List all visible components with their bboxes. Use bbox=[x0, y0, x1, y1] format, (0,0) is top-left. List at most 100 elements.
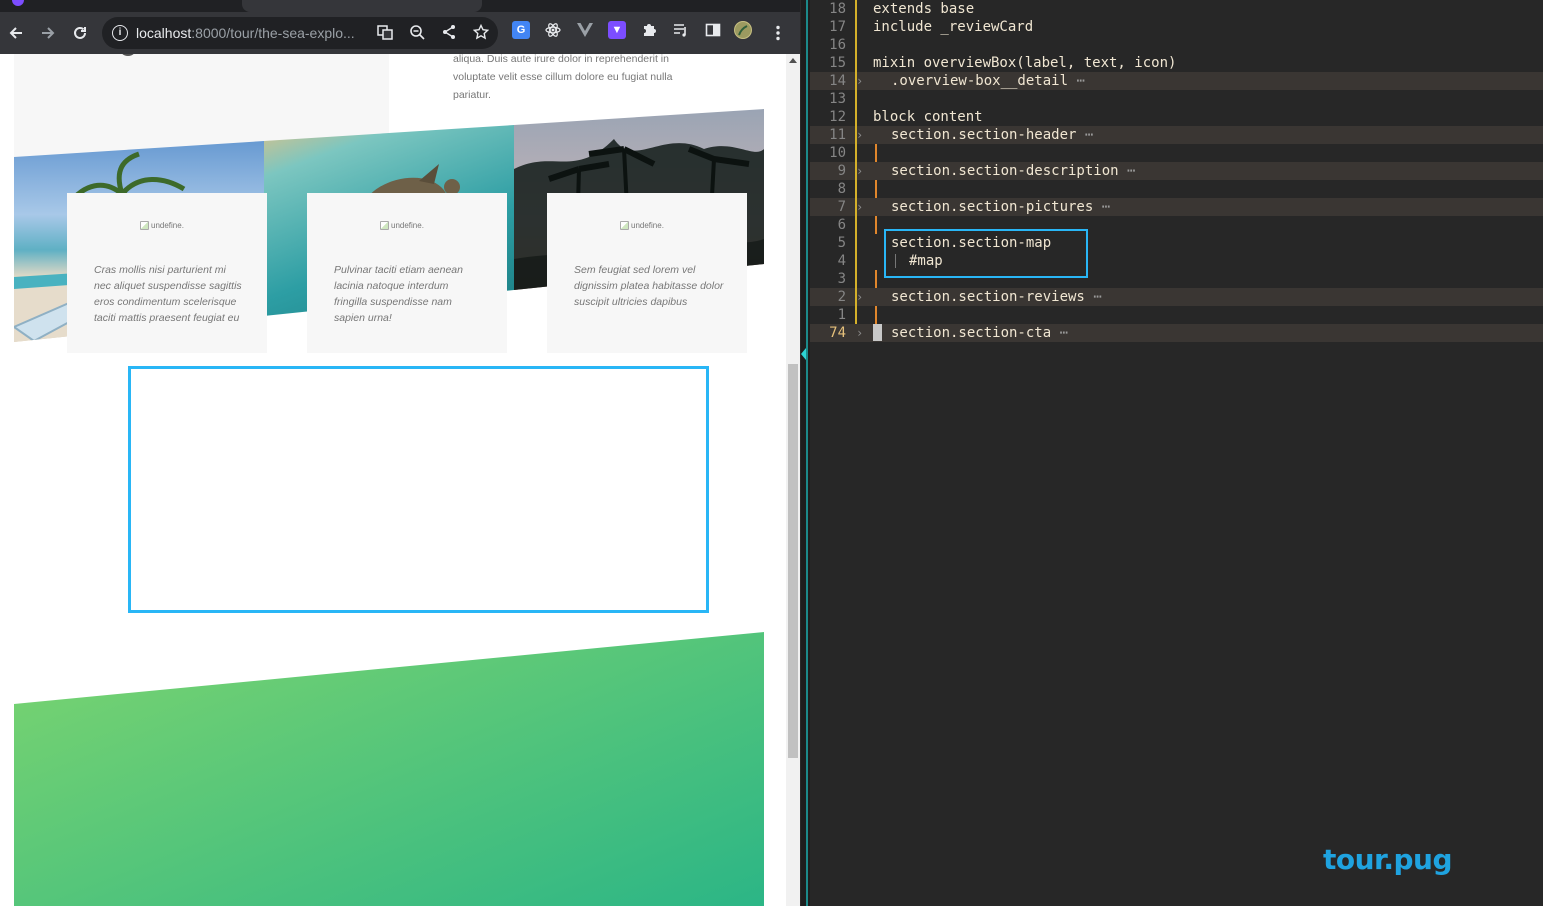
review-text: Pulvinar taciti etiam aenean lacinia nat… bbox=[334, 264, 463, 324]
fold-chevron-icon[interactable]: › bbox=[856, 162, 863, 180]
code-text: mixin overviewBox(label, text, icon) bbox=[873, 54, 1176, 72]
code-text: section.section-cta ⋯ bbox=[891, 324, 1068, 342]
code-line[interactable]: 9 › section.section-description ⋯ bbox=[810, 162, 1543, 180]
fold-ellipsis-icon[interactable]: ⋯ bbox=[1076, 73, 1084, 89]
fold-chevron-icon[interactable]: › bbox=[856, 324, 863, 342]
line-number: 1 bbox=[837, 307, 846, 323]
fold-ellipsis-icon[interactable]: ⋯ bbox=[1060, 325, 1068, 341]
avatar-alt-text: undefine. bbox=[151, 221, 184, 230]
code-editor[interactable]: 18 extends base 17 include _reviewCard 16 15 m… bbox=[810, 0, 1543, 906]
review-avatar: undefine. bbox=[140, 221, 184, 230]
code-token: section.section-cta bbox=[891, 325, 1052, 341]
fold-ellipsis-icon[interactable]: ⋯ bbox=[1085, 127, 1093, 143]
avatar-alt-text: undefine. bbox=[391, 221, 424, 230]
indent-guide bbox=[855, 108, 857, 126]
info-icon[interactable]: i bbox=[112, 25, 128, 41]
extensions-puzzle-icon[interactable] bbox=[640, 21, 658, 39]
address-bar[interactable]: i localhost:8000/tour/the-sea-explo... bbox=[102, 17, 498, 49]
code-line[interactable]: 2 › section.section-reviews ⋯ bbox=[810, 288, 1543, 306]
line-number: 9 bbox=[837, 163, 846, 179]
code-line[interactable]: 8 bbox=[810, 180, 1543, 198]
code-line[interactable]: 12 block content bbox=[810, 108, 1543, 126]
code-token: mixin overviewBox(label, text, icon) bbox=[873, 55, 1177, 71]
page-viewport: aliqua. Duis aute irure dolor in reprehe… bbox=[0, 54, 786, 906]
review-card: undefine. Pulvinar taciti etiam aenean l… bbox=[307, 193, 507, 353]
browser-window: i localhost:8000/tour/the-sea-explo... G bbox=[0, 0, 800, 906]
code-line[interactable]: 1 bbox=[810, 306, 1543, 324]
line-number: 14 bbox=[829, 73, 846, 89]
fold-ellipsis-icon[interactable]: ⋯ bbox=[1093, 289, 1101, 305]
broken-image-icon bbox=[620, 221, 629, 230]
indent-guide bbox=[855, 234, 857, 252]
review-card: undefine. Sem feugiat sed lorem vel dign… bbox=[547, 193, 747, 353]
section-map[interactable] bbox=[128, 366, 709, 613]
purple-extension-icon[interactable]: ▼ bbox=[608, 21, 626, 39]
code-text: section.section-description ⋯ bbox=[891, 162, 1135, 180]
fold-chevron-icon[interactable]: › bbox=[856, 288, 863, 306]
google-translate-extension-icon[interactable]: G bbox=[512, 21, 530, 39]
forward-button[interactable] bbox=[35, 20, 61, 46]
url-text[interactable]: localhost:8000/tour/the-sea-explo... bbox=[136, 25, 368, 41]
indent-guide bbox=[895, 254, 896, 268]
review-card: undefine. Cras mollis nisi parturient mi… bbox=[67, 193, 267, 353]
code-line[interactable]: 15 mixin overviewBox(label, text, icon) bbox=[810, 54, 1543, 72]
fold-ellipsis-icon[interactable]: ⋯ bbox=[1102, 199, 1110, 215]
section-reviews-background bbox=[14, 632, 764, 906]
code-line[interactable]: 74 › section.section-cta ⋯ bbox=[810, 324, 1543, 342]
indent-guide bbox=[875, 180, 877, 198]
indent-guide bbox=[855, 180, 857, 198]
code-line[interactable]: 7 › section.section-pictures ⋯ bbox=[810, 198, 1543, 216]
star-icon[interactable] bbox=[472, 23, 490, 42]
code-token: section.section-description bbox=[891, 163, 1119, 179]
fold-chevron-icon[interactable]: › bbox=[856, 198, 863, 216]
tab-active[interactable] bbox=[242, 0, 482, 12]
broken-image-icon bbox=[140, 221, 149, 230]
line-number: 6 bbox=[837, 217, 846, 233]
kebab-menu-icon[interactable] bbox=[765, 20, 791, 46]
line-number: 15 bbox=[829, 55, 846, 71]
splitter-handle-icon[interactable] bbox=[801, 348, 806, 360]
reading-list-icon[interactable] bbox=[672, 21, 690, 39]
tab-favicon-icon bbox=[12, 0, 24, 6]
code-line[interactable]: 16 bbox=[810, 36, 1543, 54]
reload-button[interactable] bbox=[67, 20, 93, 46]
line-number: 2 bbox=[837, 289, 846, 305]
profile-avatar[interactable] bbox=[734, 21, 752, 39]
vue-devtools-icon[interactable] bbox=[576, 21, 594, 39]
code-line[interactable]: 13 bbox=[810, 90, 1543, 108]
fold-chevron-icon[interactable]: › bbox=[856, 72, 863, 90]
url-host: localhost bbox=[136, 25, 192, 41]
react-devtools-icon[interactable] bbox=[544, 21, 562, 39]
side-panel-icon[interactable] bbox=[704, 21, 722, 39]
share-icon[interactable] bbox=[440, 24, 458, 42]
tab-inactive[interactable] bbox=[0, 0, 240, 12]
line-number: 18 bbox=[829, 1, 846, 17]
back-button[interactable] bbox=[3, 20, 29, 46]
window-splitter[interactable] bbox=[800, 0, 810, 906]
review-text: Cras mollis nisi parturient mi nec aliqu… bbox=[94, 264, 242, 324]
code-token: section.section-reviews bbox=[891, 289, 1085, 305]
code-line[interactable]: 17 include _reviewCard bbox=[810, 18, 1543, 36]
code-token: .overview-box__detail bbox=[891, 73, 1069, 89]
reload-icon bbox=[74, 26, 86, 39]
indent-guide bbox=[875, 306, 877, 324]
indent-guide bbox=[855, 306, 857, 324]
fold-ellipsis-icon[interactable]: ⋯ bbox=[1127, 163, 1135, 179]
code-line[interactable]: 18 extends base bbox=[810, 0, 1543, 18]
code-line[interactable]: 11 › section.section-header ⋯ bbox=[810, 126, 1543, 144]
translate-icon[interactable] bbox=[376, 24, 394, 42]
code-token: extends base bbox=[873, 1, 975, 17]
code-token: include _reviewCard bbox=[873, 19, 1034, 35]
code-line[interactable]: 14 › .overview-box__detail ⋯ bbox=[810, 72, 1543, 90]
line-number: 4 bbox=[837, 253, 846, 269]
scrollbar-thumb[interactable] bbox=[788, 364, 798, 758]
code-line[interactable]: 10 bbox=[810, 144, 1543, 162]
fold-chevron-icon[interactable]: › bbox=[856, 126, 863, 144]
page-scrollbar[interactable] bbox=[786, 54, 800, 906]
scroll-up-arrow-icon[interactable] bbox=[789, 58, 797, 63]
zoom-out-icon[interactable] bbox=[408, 24, 426, 42]
tour-page: aliqua. Duis aute irure dolor in reprehe… bbox=[14, 54, 764, 906]
code-text: include _reviewCard bbox=[873, 18, 1033, 36]
line-number: 10 bbox=[829, 145, 846, 161]
description-text: aliqua. Duis aute irure dolor in reprehe… bbox=[453, 54, 673, 101]
